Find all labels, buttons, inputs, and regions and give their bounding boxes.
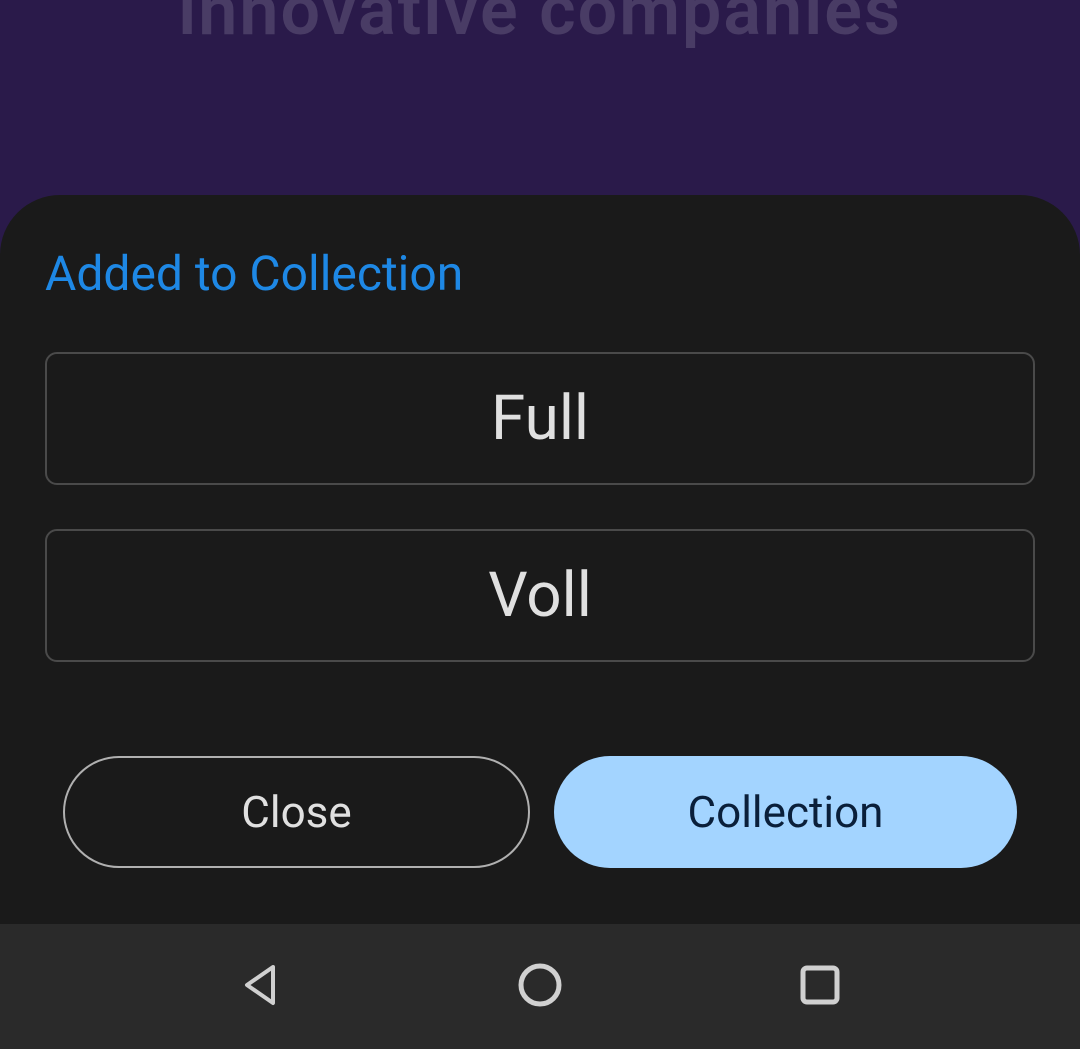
- back-icon: [239, 961, 281, 1013]
- nav-recent-button[interactable]: [796, 963, 844, 1011]
- bottom-sheet: Added to Collection Full Voll Close Coll…: [0, 195, 1080, 924]
- option-full-button[interactable]: Full: [45, 352, 1035, 485]
- sheet-title: Added to Collection: [45, 245, 1035, 302]
- close-button[interactable]: Close: [63, 756, 530, 868]
- nav-home-button[interactable]: [516, 963, 564, 1011]
- home-icon: [516, 961, 564, 1013]
- recent-icon: [798, 963, 842, 1011]
- nav-back-button[interactable]: [236, 963, 284, 1011]
- action-row: Close Collection: [45, 756, 1035, 868]
- collection-button[interactable]: Collection: [554, 756, 1017, 868]
- background-partial-text: innovative companies: [0, 0, 1080, 52]
- option-voll-button[interactable]: Voll: [45, 529, 1035, 662]
- system-nav-bar: [0, 924, 1080, 1049]
